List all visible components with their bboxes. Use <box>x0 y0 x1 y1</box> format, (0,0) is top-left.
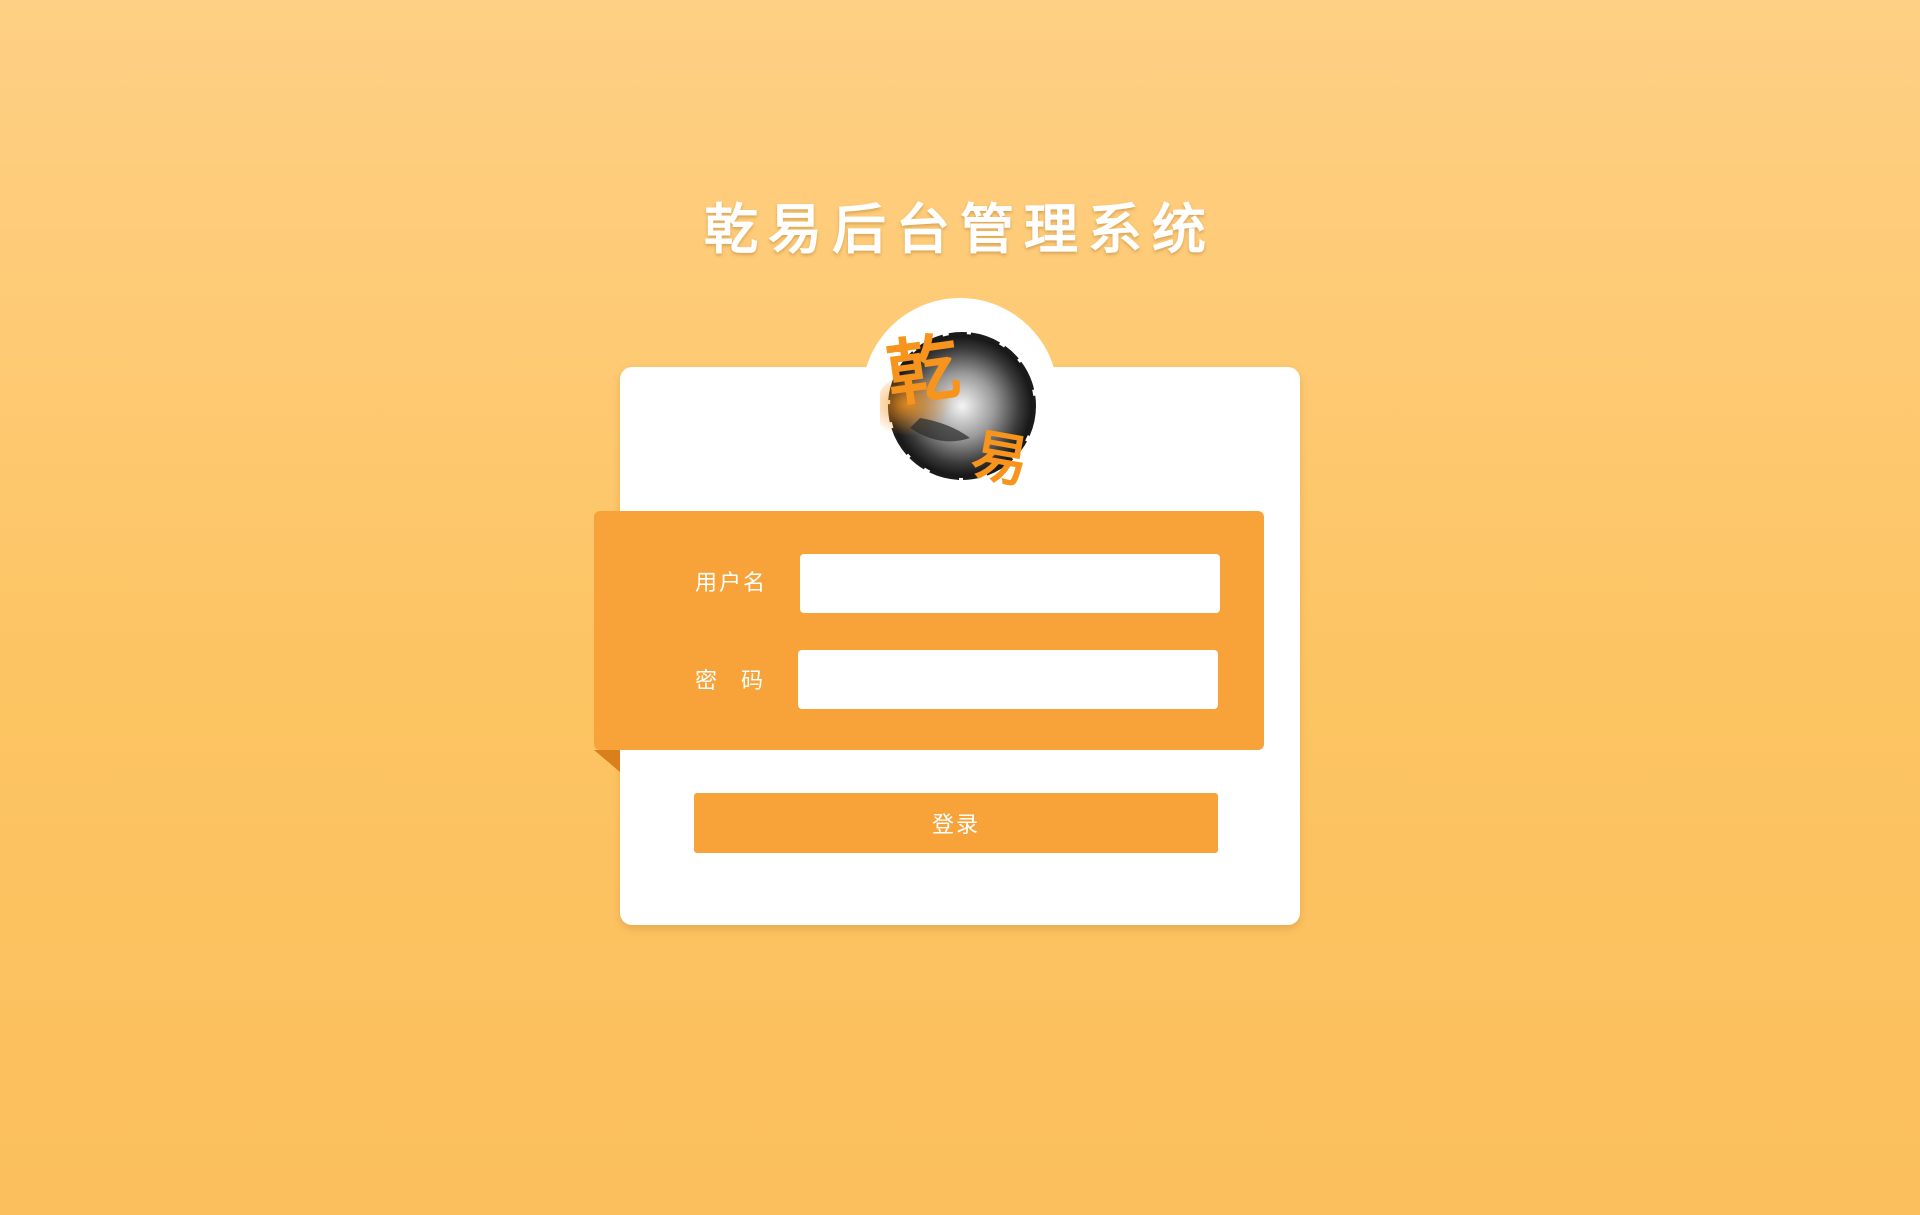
logo-char-top: 乾 <box>881 323 964 417</box>
password-label: 密码 <box>695 667 765 697</box>
ribbon-fold <box>594 750 620 772</box>
logo-char-bottom: 易 <box>967 421 1034 488</box>
login-button[interactable]: 登录 <box>694 793 1218 853</box>
username-field[interactable] <box>800 554 1220 613</box>
password-label-char-1: 密 <box>695 669 720 694</box>
username-label: 用户名 <box>695 571 768 596</box>
page-title: 乾易后台管理系统 <box>704 198 1216 261</box>
password-field[interactable] <box>798 650 1218 709</box>
ink-circle-logo-icon: 乾 易 <box>880 323 1036 488</box>
password-label-char-2: 码 <box>741 669 766 694</box>
login-form-panel <box>594 511 1264 750</box>
